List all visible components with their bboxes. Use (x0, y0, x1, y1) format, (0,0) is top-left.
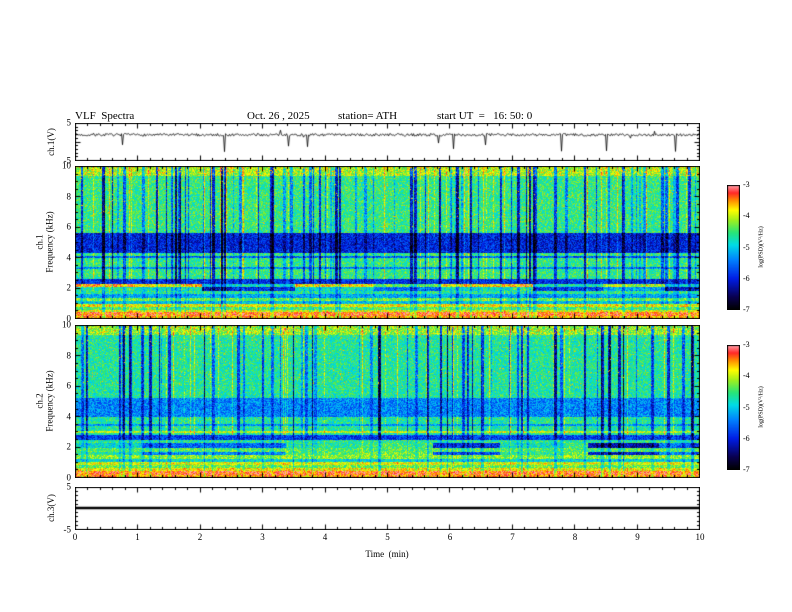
ch2-spectrogram-canvas (75, 325, 700, 478)
x-tick-label: 3 (260, 532, 265, 542)
freq-tick-label: 6 (66, 221, 72, 232)
x-tick-label: 4 (322, 532, 328, 542)
x-tick-label: 8 (572, 532, 578, 542)
colorbar-tick-label: -3 (743, 180, 750, 189)
x-tick-label: 2 (197, 532, 203, 542)
freq-tick-label: 4 (66, 411, 72, 422)
colorbar-tick-label: -7 (743, 305, 750, 314)
colorbar-tick-label: -5 (743, 242, 750, 252)
freq-tick-label: 10 (62, 319, 71, 330)
ch3-waveform-canvas (75, 487, 700, 530)
colorbar-tick-label: -6 (743, 433, 750, 443)
vlf-spectra-figure: VLF Spectra Oct. 26 , 2025 station= ATH … (0, 0, 792, 612)
volt-tick-label: -5 (63, 524, 72, 535)
plot-date: Oct. 26 , 2025 (247, 110, 310, 122)
colorbar1-axis-label: log(PSD)(V²/Hz) (758, 226, 765, 268)
freq-tick-label: 6 (66, 380, 72, 391)
volt-tick-label: 5 (66, 117, 72, 128)
ch1-frequency-axis-label: ch.1 Frequency (kHz) (35, 211, 56, 272)
freq-tick-label: 2 (66, 282, 72, 293)
volt-tick-label: 5 (66, 481, 72, 492)
freq-tick-label: 8 (66, 191, 72, 202)
colorbar2-axis-label: log(PSD)(V²/Hz) (758, 386, 765, 428)
x-tick-label: 6 (447, 532, 453, 542)
ch1-voltage-axis-label: ch.1(V) (45, 128, 56, 156)
plot-start-ut: start UT = 16: 50: 0 (437, 110, 533, 122)
ch2-frequency-axis-label-line2: Frequency (kHz) (45, 370, 55, 432)
colorbar2-canvas (727, 345, 740, 470)
colorbar-tick-label: -4 (743, 211, 750, 221)
ch1-spectrogram-canvas (75, 166, 700, 319)
colorbar-tick-label: -3 (743, 340, 750, 349)
ch2-frequency-axis-label: ch.2 Frequency (kHz) (35, 370, 56, 431)
freq-tick-label: 2 (66, 441, 72, 452)
ch2-frequency-axis-label-line1: ch.2 (34, 393, 45, 409)
volt-tick-label: -5 (63, 155, 72, 166)
colorbar-tick-label: -5 (743, 402, 750, 412)
x-tick-label: 5 (385, 532, 390, 542)
ch1-waveform-canvas (75, 123, 700, 161)
freq-tick-label: 4 (66, 252, 72, 263)
freq-tick-label: 8 (66, 350, 72, 361)
ch3-voltage-axis-label: ch.3(V) (45, 494, 56, 522)
colorbar-tick-label: -7 (743, 465, 750, 474)
time-axis-label: Time (min) (365, 549, 409, 559)
colorbar1-canvas (727, 185, 740, 310)
x-tick-label: 0 (72, 532, 78, 542)
x-tick-label: 10 (695, 532, 705, 542)
x-tick-label: 7 (510, 532, 515, 542)
ch1-frequency-axis-label-line1: ch.1 (34, 234, 45, 250)
x-tick-label: 9 (635, 532, 640, 542)
plot-station: station= ATH (338, 110, 398, 122)
colorbar-tick-label: -6 (743, 273, 750, 283)
plot-title: VLF Spectra (75, 110, 135, 122)
x-tick-label: 1 (135, 532, 140, 542)
ch1-frequency-axis-label-line2: Frequency (kHz) (45, 211, 55, 273)
colorbar-tick-label: -4 (743, 371, 750, 381)
